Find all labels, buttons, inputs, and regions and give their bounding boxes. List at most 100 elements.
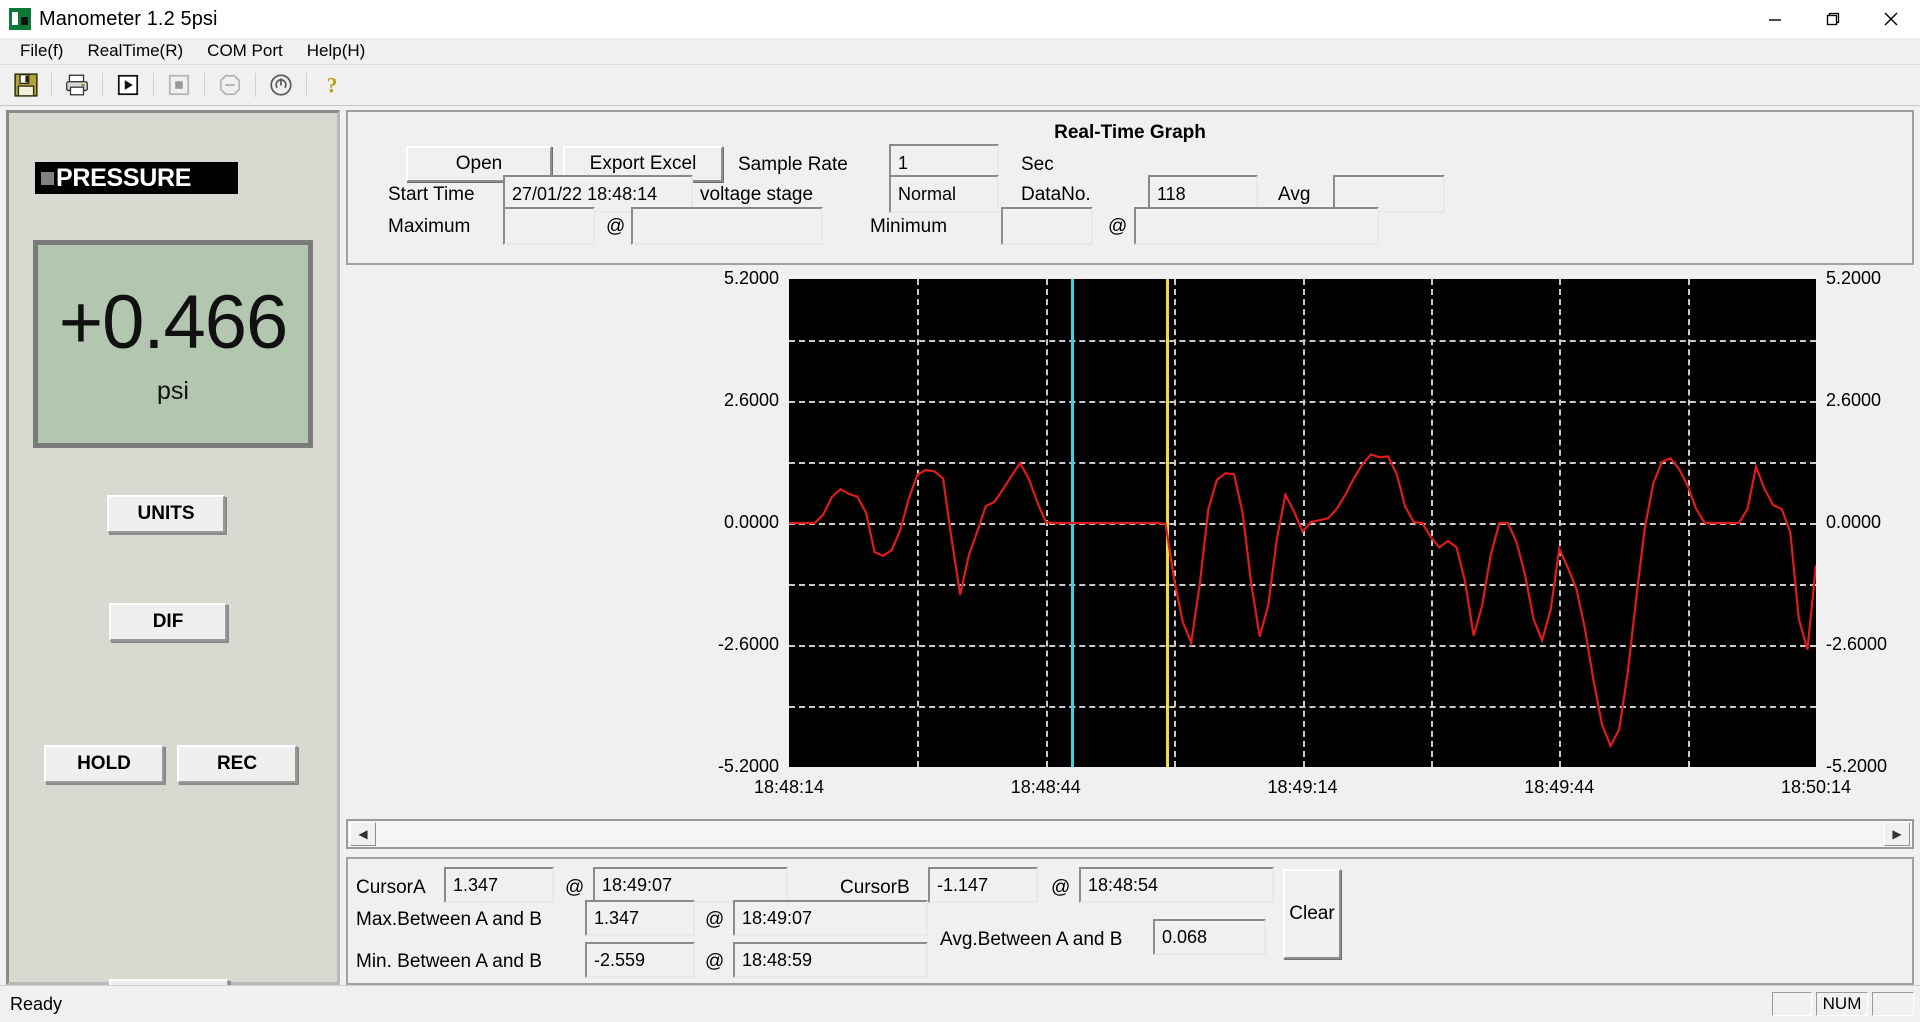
minus-icon[interactable] — [208, 68, 252, 102]
toolbar-separator — [204, 73, 205, 97]
meter-panel: PRESSURE +0.466 psi UNITS DIF HOLD REC L… — [6, 110, 340, 1019]
avg-label: Avg — [1278, 184, 1311, 205]
cursor-info-group: CursorA 1.347 @ 18:49:07 CursorB -1.147 … — [346, 857, 1914, 985]
min-between-value[interactable]: -2.559 — [585, 942, 695, 978]
lcd-display: +0.466 psi — [33, 240, 313, 448]
y-axis-tick-label: 5.2000 — [723, 268, 779, 288]
units-button[interactable]: UNITS — [107, 495, 225, 533]
channel-label: PRESSURE — [35, 162, 238, 194]
toolbar: ? — [0, 65, 1920, 106]
rec-button[interactable]: REC — [177, 745, 297, 783]
y-axis-tick-label-right: 2.6000 — [1826, 390, 1882, 410]
max-between-time[interactable]: 18:49:07 — [733, 900, 928, 936]
y-axis-tick-label: 2.6000 — [723, 390, 779, 410]
cursorA-at-symbol: @ — [565, 877, 585, 898]
minimize-button[interactable] — [1746, 0, 1804, 38]
app-window: Manometer 1.2 5psi File(f) RealTime(R) C… — [0, 0, 1920, 1022]
chart-scrollbar[interactable]: ◀ ▶ — [346, 819, 1914, 849]
menu-item-file[interactable]: File(f) — [8, 39, 75, 63]
title-bar: Manometer 1.2 5psi — [0, 0, 1920, 38]
realtime-graph-group: Real-Time Graph Open Export Excel Sample… — [346, 110, 1914, 265]
start-time-label: Start Time — [388, 184, 475, 205]
y-axis-tick-label-right: -5.2000 — [1826, 756, 1888, 776]
hold-button[interactable]: HOLD — [44, 745, 164, 783]
max-at-symbol: @ — [705, 909, 725, 930]
status-cell-blank — [1772, 992, 1812, 1016]
play-icon[interactable] — [106, 68, 150, 102]
minimum-at-symbol: @ — [1108, 216, 1128, 237]
status-bar: Ready NUM — [0, 985, 1920, 1022]
x-axis-tick-label: 18:48:44 — [1010, 777, 1081, 797]
lcd-value: +0.466 — [58, 280, 289, 365]
maximum-label: Maximum — [388, 216, 471, 237]
toolbar-separator — [255, 73, 256, 97]
window-controls — [1746, 0, 1920, 38]
scroll-left-arrow[interactable]: ◀ — [350, 822, 376, 846]
datano-label: DataNo. — [1021, 184, 1091, 205]
status-message: Ready — [10, 993, 63, 1014]
power-icon[interactable] — [259, 68, 303, 102]
x-axis-tick-label: 18:49:14 — [1267, 777, 1338, 797]
x-axis-tick-label: 18:50:14 — [1780, 777, 1852, 797]
toolbar-separator — [102, 73, 103, 97]
voltage-stage-input[interactable]: Normal — [889, 175, 999, 213]
min-between-label: Min. Between A and B — [356, 951, 542, 972]
chart-series-pressure — [789, 453, 1816, 749]
window-title: Manometer 1.2 5psi — [39, 7, 218, 30]
sample-rate-label: Sample Rate — [738, 154, 848, 175]
maximum-time-input[interactable] — [631, 207, 823, 245]
clear-button[interactable]: Clear — [1283, 869, 1341, 959]
y-axis-tick-label-right: 0.0000 — [1826, 512, 1882, 532]
chart-plot[interactable] — [789, 279, 1816, 767]
cursorA-time[interactable]: 18:49:07 — [593, 867, 788, 903]
chart-trace-layer — [789, 453, 1816, 749]
status-cell-num: NUM — [1816, 992, 1868, 1016]
minimum-label: Minimum — [870, 216, 948, 237]
voltage-stage-label: voltage stage — [700, 184, 814, 205]
app-icon — [9, 8, 31, 30]
toolbar-separator — [153, 73, 154, 97]
cursorB-time[interactable]: 18:48:54 — [1079, 867, 1274, 903]
restore-button[interactable] — [1804, 0, 1862, 38]
main-body: PRESSURE +0.466 psi UNITS DIF HOLD REC L… — [0, 106, 1920, 1019]
max-between-label: Max.Between A and B — [356, 909, 542, 930]
status-cell-scrl — [1872, 992, 1914, 1016]
menu-bar: File(f) RealTime(R) COM Port Help(H) — [0, 38, 1920, 65]
max-between-value[interactable]: 1.347 — [585, 900, 695, 936]
print-icon[interactable] — [55, 68, 99, 102]
x-axis-tick-label: 18:48:14 — [753, 777, 825, 797]
help-icon[interactable]: ? — [310, 68, 354, 102]
sec-label: Sec — [1021, 154, 1054, 175]
x-axis-tick-label: 18:49:44 — [1524, 777, 1595, 797]
y-axis-tick-label: -5.2000 — [717, 756, 779, 776]
channel-label-text: PRESSURE — [56, 163, 192, 192]
maximum-at-symbol: @ — [606, 216, 626, 237]
min-between-time[interactable]: 18:48:59 — [733, 942, 928, 978]
y-axis-tick-label-right: -2.6000 — [1826, 634, 1888, 654]
close-button[interactable] — [1862, 0, 1920, 38]
menu-item-realtime[interactable]: RealTime(R) — [75, 39, 195, 63]
toolbar-separator — [306, 73, 307, 97]
menu-item-comport[interactable]: COM Port — [195, 39, 295, 63]
menu-item-help[interactable]: Help(H) — [295, 39, 378, 63]
cursorA-value[interactable]: 1.347 — [444, 867, 554, 903]
avg-between-value[interactable]: 0.068 — [1153, 919, 1266, 955]
lcd-unit: psi — [157, 377, 189, 405]
min-at-symbol: @ — [705, 951, 725, 972]
y-axis-tick-label-right: 5.2000 — [1826, 268, 1882, 288]
save-icon[interactable] — [4, 68, 48, 102]
cursorA-label: CursorA — [356, 877, 426, 898]
stop-icon[interactable] — [157, 68, 201, 102]
cursorB-at-symbol: @ — [1051, 877, 1071, 898]
scroll-right-arrow[interactable]: ▶ — [1884, 822, 1910, 846]
maximum-input[interactable] — [503, 207, 595, 245]
cursorB-label: CursorB — [840, 877, 910, 898]
dif-button[interactable]: DIF — [109, 603, 227, 641]
channel-square-icon — [41, 171, 54, 185]
avg-between-label: Avg.Between A and B — [940, 929, 1123, 950]
minimum-input[interactable] — [1001, 207, 1093, 245]
minimum-time-input[interactable] — [1134, 207, 1379, 245]
cursorB-value[interactable]: -1.147 — [928, 867, 1038, 903]
graph-side: Real-Time Graph Open Export Excel Sample… — [346, 110, 1914, 985]
y-axis-tick-label: -2.6000 — [717, 634, 779, 654]
